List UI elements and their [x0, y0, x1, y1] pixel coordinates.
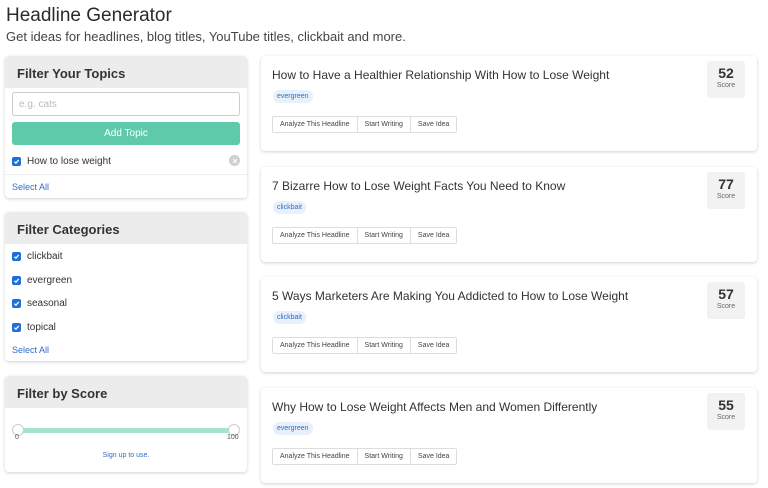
- score-value: 55: [718, 397, 734, 413]
- headline-title: How to Have a Healthier Relationship Wit…: [272, 68, 610, 82]
- score-value: 52: [718, 65, 734, 81]
- score-badge: 52 Score: [707, 61, 745, 98]
- headline-card: Why How to Lose Weight Affects Men and W…: [261, 388, 757, 483]
- score-value: 77: [718, 176, 734, 192]
- score-min-label: 0: [15, 434, 19, 441]
- category-tag: evergreen: [273, 90, 313, 103]
- category-item-clickbait[interactable]: clickbait: [12, 249, 63, 263]
- headline-actions: Analyze This Headline Start Writing Save…: [272, 337, 458, 354]
- topic-item[interactable]: How to lose weight: [12, 152, 240, 170]
- score-label: Score: [716, 414, 736, 421]
- score-badge: 55 Score: [707, 393, 745, 430]
- add-topic-button[interactable]: Add Topic: [12, 122, 240, 145]
- remove-topic-icon[interactable]: [229, 155, 240, 166]
- category-label: topical: [27, 321, 56, 333]
- score-badge: 77 Score: [707, 172, 745, 209]
- score-label: Score: [716, 303, 736, 310]
- score-max-label: 100: [227, 434, 239, 441]
- analyze-headline-button[interactable]: Analyze This Headline: [273, 228, 358, 243]
- category-item-evergreen[interactable]: evergreen: [12, 273, 72, 287]
- page-subtitle: Get ideas for headlines, blog titles, Yo…: [6, 29, 406, 44]
- category-label: evergreen: [27, 274, 73, 286]
- category-item-seasonal[interactable]: seasonal: [12, 296, 67, 310]
- topics-select-all-link[interactable]: Select All: [12, 182, 49, 192]
- headline-title: 5 Ways Marketers Are Making You Addicted…: [272, 289, 629, 303]
- save-idea-button[interactable]: Save Idea: [410, 117, 457, 132]
- category-item-topical[interactable]: topical: [12, 320, 56, 334]
- headline-card: How to Have a Healthier Relationship Wit…: [261, 56, 757, 151]
- checkbox-checked-icon[interactable]: [12, 156, 21, 166]
- headline-title: Why How to Lose Weight Affects Men and W…: [272, 400, 598, 414]
- save-idea-button[interactable]: Save Idea: [410, 338, 457, 353]
- topic-label: How to lose weight: [27, 155, 111, 167]
- filter-topics-card: Filter Your Topics Add Topic How to lose…: [5, 56, 247, 198]
- analyze-headline-button[interactable]: Analyze This Headline: [273, 338, 358, 353]
- filter-score-heading: Filter by Score: [5, 376, 247, 408]
- start-writing-button[interactable]: Start Writing: [357, 228, 411, 243]
- headline-actions: Analyze This Headline Start Writing Save…: [272, 448, 458, 465]
- analyze-headline-button[interactable]: Analyze This Headline: [273, 117, 358, 132]
- save-idea-button[interactable]: Save Idea: [410, 449, 457, 464]
- start-writing-button[interactable]: Start Writing: [357, 117, 411, 132]
- checkbox-checked-icon[interactable]: [12, 251, 21, 261]
- signup-link[interactable]: Sign up to use.: [5, 452, 247, 459]
- analyze-headline-button[interactable]: Analyze This Headline: [273, 449, 358, 464]
- score-label: Score: [716, 82, 736, 89]
- headline-card: 5 Ways Marketers Are Making You Addicted…: [261, 277, 757, 372]
- checkbox-checked-icon[interactable]: [12, 322, 21, 332]
- category-tag: evergreen: [273, 422, 313, 435]
- divider: [5, 174, 247, 175]
- category-label: clickbait: [27, 250, 63, 262]
- category-tag: clickbait: [273, 311, 306, 324]
- start-writing-button[interactable]: Start Writing: [357, 338, 411, 353]
- headline-actions: Analyze This Headline Start Writing Save…: [272, 116, 458, 133]
- headline-title: 7 Bizarre How to Lose Weight Facts You N…: [272, 179, 566, 193]
- checkbox-checked-icon[interactable]: [12, 275, 21, 285]
- filter-categories-card: Filter Categories clickbait evergreen se…: [5, 212, 247, 361]
- checkbox-checked-icon[interactable]: [12, 298, 21, 308]
- headline-actions: Analyze This Headline Start Writing Save…: [272, 227, 458, 244]
- score-value: 57: [718, 286, 734, 302]
- category-tag: clickbait: [273, 201, 306, 214]
- topic-input[interactable]: [12, 92, 240, 116]
- categories-select-all-link[interactable]: Select All: [12, 345, 49, 355]
- page-title: Headline Generator: [6, 5, 172, 26]
- headline-card: 7 Bizarre How to Lose Weight Facts You N…: [261, 167, 757, 262]
- filter-score-card: Filter by Score 0 100 Sign up to use.: [5, 376, 247, 472]
- start-writing-button[interactable]: Start Writing: [357, 449, 411, 464]
- filter-categories-heading: Filter Categories: [5, 212, 247, 244]
- score-label: Score: [716, 193, 736, 200]
- save-idea-button[interactable]: Save Idea: [410, 228, 457, 243]
- category-label: seasonal: [27, 297, 68, 309]
- score-badge: 57 Score: [707, 282, 745, 319]
- score-slider-track[interactable]: [18, 428, 234, 433]
- filter-topics-heading: Filter Your Topics: [5, 56, 247, 88]
